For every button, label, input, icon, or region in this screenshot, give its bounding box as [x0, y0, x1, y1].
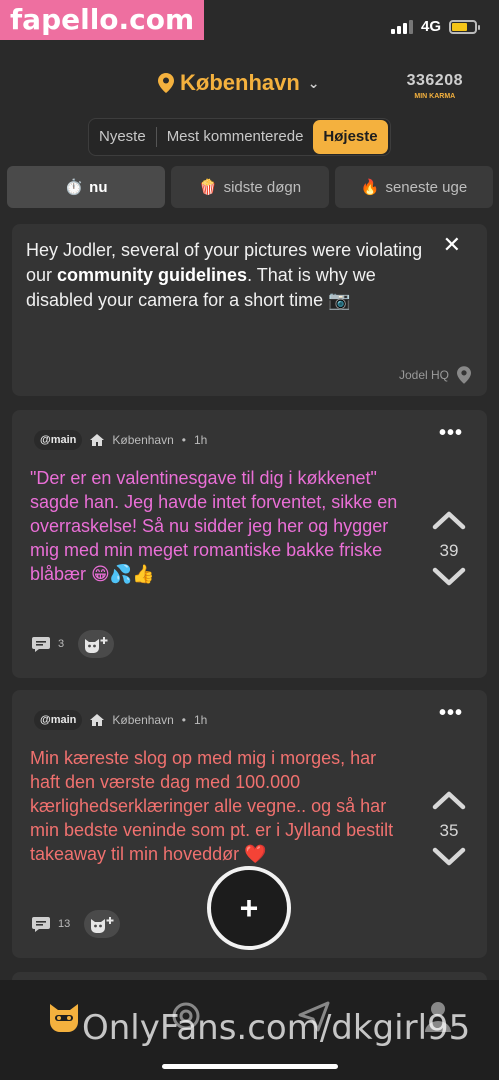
- comment-count: 3: [58, 638, 65, 650]
- post-card[interactable]: @main København • 1h ••• "Der er en vale…: [12, 410, 487, 678]
- channel-tag[interactable]: @main: [34, 430, 83, 450]
- signal-icon: [390, 19, 413, 34]
- karma-label: MIN KARMA: [414, 93, 456, 100]
- more-options-icon[interactable]: •••: [439, 422, 463, 445]
- comment-icon[interactable]: [32, 636, 50, 652]
- chevron-down-icon: ⌄: [307, 74, 320, 91]
- battery-icon: [449, 19, 480, 34]
- new-post-button[interactable]: +: [207, 866, 291, 950]
- downvote-icon[interactable]: [432, 567, 466, 587]
- post-footer: 13: [32, 910, 121, 938]
- location-pin-icon: [457, 366, 471, 384]
- tab-most-commented[interactable]: Mest kommenterede: [157, 118, 314, 156]
- location-selector[interactable]: København ⌄: [158, 70, 320, 96]
- location-pin-icon: [158, 73, 174, 93]
- post-time: 1h: [194, 433, 208, 447]
- filter-now[interactable]: ⏱️ nu: [7, 166, 165, 208]
- downvote-icon[interactable]: [432, 847, 466, 867]
- comment-count: 13: [58, 918, 71, 930]
- channel-tag[interactable]: @main: [34, 710, 83, 730]
- app-screen: fapello.com 4G København ⌄ 336208 MIN KA…: [0, 0, 499, 1080]
- post-footer: 3: [32, 630, 115, 658]
- post-location: København: [112, 713, 174, 727]
- filter-last-day-label: sidste døgn: [223, 178, 302, 196]
- popcorn-icon: 🍿: [198, 179, 218, 196]
- sender-name: Jodel HQ: [398, 368, 449, 382]
- header: København ⌄ 336208 MIN KARMA: [0, 62, 499, 112]
- time-filters: ⏱️ nu 🍿 sidste døgn 🔥 seneste uge: [7, 166, 493, 208]
- upvote-icon[interactable]: [432, 510, 466, 530]
- plus-icon: +: [239, 889, 259, 926]
- filter-last-week[interactable]: 🔥 seneste uge: [335, 166, 493, 208]
- notice-card: Hey Jodler, several of your pictures wer…: [12, 224, 487, 396]
- cat-plus-icon: [85, 637, 108, 653]
- watermark-bottom: OnlyFans.com/dkgirl95: [82, 1008, 471, 1048]
- post-time: 1h: [194, 713, 208, 727]
- post-meta: @main København • 1h: [34, 430, 207, 450]
- karma-display[interactable]: 336208 MIN KARMA: [407, 72, 463, 100]
- karma-value: 336208: [406, 72, 463, 89]
- more-options-icon[interactable]: •••: [439, 702, 463, 725]
- vote-count: 35: [439, 821, 459, 840]
- comment-icon[interactable]: [32, 916, 50, 932]
- dot-separator: •: [181, 433, 186, 447]
- network-type: 4G: [420, 18, 441, 35]
- watermark-top: fapello.com: [0, 0, 205, 40]
- filter-last-day[interactable]: 🍿 sidste døgn: [171, 166, 329, 208]
- post-text: "Der er en valentinesgave til dig i køkk…: [30, 468, 398, 584]
- notice-sender: Jodel HQ: [399, 366, 471, 384]
- upvote-icon[interactable]: [432, 790, 466, 810]
- close-icon[interactable]: ✕: [443, 232, 461, 258]
- tab-highest[interactable]: Højeste: [313, 120, 388, 154]
- share-button[interactable]: [78, 630, 115, 658]
- vote-controls: 39: [425, 510, 473, 592]
- stopwatch-icon: ⏱️: [64, 179, 84, 196]
- dot-separator: •: [181, 713, 186, 727]
- filter-last-week-label: seneste uge: [385, 178, 468, 196]
- home-icon: [90, 434, 105, 446]
- post-location: København: [112, 433, 174, 447]
- location-name: København: [180, 70, 300, 95]
- vote-count: 39: [439, 541, 459, 560]
- tab-newest[interactable]: Nyeste: [89, 118, 156, 156]
- sort-tabs: Nyeste Mest kommenterede Højeste: [88, 118, 391, 156]
- home-indicator: [162, 1064, 338, 1069]
- feed-cat-icon[interactable]: [46, 998, 82, 1034]
- vote-controls: 35: [425, 790, 473, 872]
- post-meta: @main København • 1h: [34, 710, 207, 730]
- filter-now-label: nu: [89, 178, 108, 196]
- guidelines-link[interactable]: community guidelines: [57, 265, 247, 285]
- status-bar: fapello.com 4G: [0, 0, 499, 60]
- fire-icon: 🔥: [360, 179, 380, 196]
- status-icons: 4G: [390, 18, 480, 35]
- home-icon: [90, 714, 105, 726]
- post-text: Min kæreste slog op med mig i morges, ha…: [30, 748, 394, 864]
- share-button[interactable]: [84, 910, 121, 938]
- cat-plus-icon: [91, 917, 114, 933]
- notice-text: Hey Jodler, several of your pictures wer…: [26, 240, 423, 310]
